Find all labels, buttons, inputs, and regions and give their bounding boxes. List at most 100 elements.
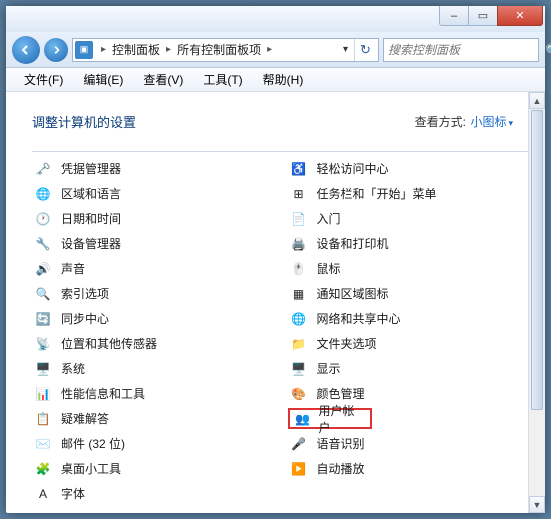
date-time-icon: 🕐 xyxy=(34,210,52,228)
breadcrumb-sep: ▸ xyxy=(162,44,175,55)
item-label: 设备和打印机 xyxy=(317,235,389,252)
item-label: 自动播放 xyxy=(317,460,365,477)
item-label: 轻松访问中心 xyxy=(317,160,389,177)
item-label: 字体 xyxy=(61,485,85,502)
item-fonts[interactable]: A字体 xyxy=(32,481,282,506)
item-network-sharing[interactable]: 🌐网络和共享中心 xyxy=(288,306,538,331)
item-notification-icons[interactable]: ▦ 通知区域图标 xyxy=(288,281,538,306)
item-label: 颜色管理 xyxy=(317,385,365,402)
address-bar[interactable]: ▣ ▸ 控制面板 ▸ 所有控制面板项 ▸ ▾ ↻ xyxy=(72,38,379,62)
refresh-button[interactable]: ↻ xyxy=(354,39,376,61)
scroll-down[interactable]: ▼ xyxy=(529,496,545,513)
credential-manager-icon: 🗝️ xyxy=(34,160,52,178)
desktop-gadgets-icon: 🧩 xyxy=(34,460,52,478)
item-sync-center[interactable]: 🔄同步中心 xyxy=(32,306,282,331)
item-label: 声音 xyxy=(61,260,85,277)
item-speech-recognition[interactable]: 🎤 语音识别 xyxy=(288,431,538,456)
item-location-sensors[interactable]: 📡位置和其他传感器 xyxy=(32,331,282,356)
item-sound[interactable]: 🔊 声音 xyxy=(32,256,282,281)
scroll-up[interactable]: ▲ xyxy=(529,92,545,109)
item-system[interactable]: 🖥️系统 xyxy=(32,356,282,381)
device-manager-icon: 🔧 xyxy=(34,235,52,253)
item-label: 通知区域图标 xyxy=(317,285,389,302)
item-device-manager[interactable]: 🔧设备管理器 xyxy=(32,231,282,256)
close-button[interactable]: ✕ xyxy=(497,6,543,26)
item-date-time[interactable]: 🕐 日期和时间 xyxy=(32,206,282,231)
item-user-accounts[interactable]: 👥用户帐户 xyxy=(288,406,538,431)
page-title: 调整计算机的设置 xyxy=(32,112,136,131)
content-area: 调整计算机的设置 查看方式: 小图标▾ 🗝️ 凭据管理器 🌐 区域和语言 🕐 日期和时间 🔧… xyxy=(6,92,545,513)
item-label: 区域和语言 xyxy=(61,185,121,202)
autoplay-icon: ▶️ xyxy=(290,460,308,478)
mouse-icon: 🖱️ xyxy=(290,260,308,278)
item-region-language[interactable]: 🌐 区域和语言 xyxy=(32,181,282,206)
scrollbar[interactable]: ▲ ▼ xyxy=(528,92,545,513)
highlighted-item[interactable]: 👥用户帐户 xyxy=(288,408,372,429)
item-label: 邮件 (32 位) xyxy=(61,435,125,452)
notification-icons-icon: ▦ xyxy=(290,285,308,303)
menu-tools[interactable]: 工具(T) xyxy=(195,69,250,90)
system-icon: 🖥️ xyxy=(34,360,52,378)
item-folder-options[interactable]: 📁 文件夹选项 xyxy=(288,331,538,356)
search-box[interactable]: 🔍 xyxy=(383,38,539,62)
item-label: 索引选项 xyxy=(61,285,109,302)
item-mail-32[interactable]: ✉️邮件 (32 位) xyxy=(32,431,282,456)
item-taskbar-start[interactable]: ⊞ 任务栏和「开始」菜单 xyxy=(288,181,538,206)
titlebar: – ▭ ✕ xyxy=(6,6,545,32)
menu-edit[interactable]: 编辑(E) xyxy=(75,69,131,90)
address-dropdown[interactable]: ▾ xyxy=(337,44,354,55)
menu-view[interactable]: 查看(V) xyxy=(135,69,191,90)
search-input[interactable] xyxy=(388,43,545,57)
item-performance-info[interactable]: 📊 性能信息和工具 xyxy=(32,381,282,406)
item-label: 桌面小工具 xyxy=(61,460,121,477)
network-sharing-icon: 🌐 xyxy=(290,310,308,328)
item-label: 性能信息和工具 xyxy=(61,385,145,402)
menu-help[interactable]: 帮助(H) xyxy=(255,69,312,90)
taskbar-start-icon: ⊞ xyxy=(290,185,308,203)
performance-info-icon: 📊 xyxy=(34,385,52,403)
item-indexing-options[interactable]: 🔍 索引选项 xyxy=(32,281,282,306)
navigation-bar: ▣ ▸ 控制面板 ▸ 所有控制面板项 ▸ ▾ ↻ 🔍 xyxy=(6,32,545,68)
scroll-thumb[interactable] xyxy=(531,110,543,410)
item-getting-started[interactable]: 📄入门 xyxy=(288,206,538,231)
item-label: 凭据管理器 xyxy=(61,160,121,177)
item-ease-of-access[interactable]: ♿轻松访问中心 xyxy=(288,156,538,181)
user-accounts-icon: 👥 xyxy=(294,410,312,428)
item-label: 语音识别 xyxy=(317,435,365,452)
breadcrumb-2[interactable]: 所有控制面板项 xyxy=(175,41,263,58)
chevron-down-icon[interactable]: ▾ xyxy=(506,118,513,128)
minimize-button[interactable]: – xyxy=(439,6,469,26)
region-language-icon: 🌐 xyxy=(34,185,52,203)
search-icon[interactable]: 🔍 xyxy=(545,43,551,57)
item-display[interactable]: 🖥️显示 xyxy=(288,356,538,381)
item-label: 日期和时间 xyxy=(61,210,121,227)
breadcrumb-1[interactable]: 控制面板 xyxy=(110,41,162,58)
item-desktop-gadgets[interactable]: 🧩 桌面小工具 xyxy=(32,456,282,481)
maximize-button[interactable]: ▭ xyxy=(468,6,498,26)
menu-file[interactable]: 文件(F) xyxy=(16,69,71,90)
item-label: 任务栏和「开始」菜单 xyxy=(317,185,437,202)
indexing-options-icon: 🔍 xyxy=(34,285,52,303)
left-column: 🗝️ 凭据管理器 🌐 区域和语言 🕐 日期和时间 🔧设备管理器 🔊 声音 🔍 索引选项 🔄同步中心📡位… xyxy=(32,156,282,511)
view-mode-link[interactable]: 小图标 xyxy=(470,115,506,129)
window: – ▭ ✕ ▣ ▸ 控制面板 ▸ 所有控制面板项 ▸ ▾ ↻ 🔍 文件(F) 编… xyxy=(6,6,545,513)
right-column: ♿轻松访问中心 ⊞ 任务栏和「开始」菜单 📄入门🖨️设备和打印机 🖱️ 鼠标 ▦ 通知区域图标… xyxy=(288,156,538,511)
back-button[interactable] xyxy=(12,36,40,64)
item-label: 同步中心 xyxy=(61,310,109,327)
menu-bar: 文件(F) 编辑(E) 查看(V) 工具(T) 帮助(H) xyxy=(6,68,545,92)
item-label: 鼠标 xyxy=(317,260,341,277)
folder-options-icon: 📁 xyxy=(290,335,308,353)
item-devices-printers[interactable]: 🖨️设备和打印机 xyxy=(288,231,538,256)
item-label: 文件夹选项 xyxy=(317,335,377,352)
color-management-icon: 🎨 xyxy=(290,385,308,403)
item-mouse[interactable]: 🖱️ 鼠标 xyxy=(288,256,538,281)
forward-button[interactable] xyxy=(44,38,68,62)
item-label: 显示 xyxy=(317,360,341,377)
view-label: 查看方式: xyxy=(415,115,466,129)
control-panel-icon: ▣ xyxy=(75,41,93,59)
item-autoplay[interactable]: ▶️ 自动播放 xyxy=(288,456,538,481)
speech-recognition-icon: 🎤 xyxy=(290,435,308,453)
item-credential-manager[interactable]: 🗝️ 凭据管理器 xyxy=(32,156,282,181)
sound-icon: 🔊 xyxy=(34,260,52,278)
item-troubleshooting[interactable]: 📋疑难解答 xyxy=(32,406,282,431)
